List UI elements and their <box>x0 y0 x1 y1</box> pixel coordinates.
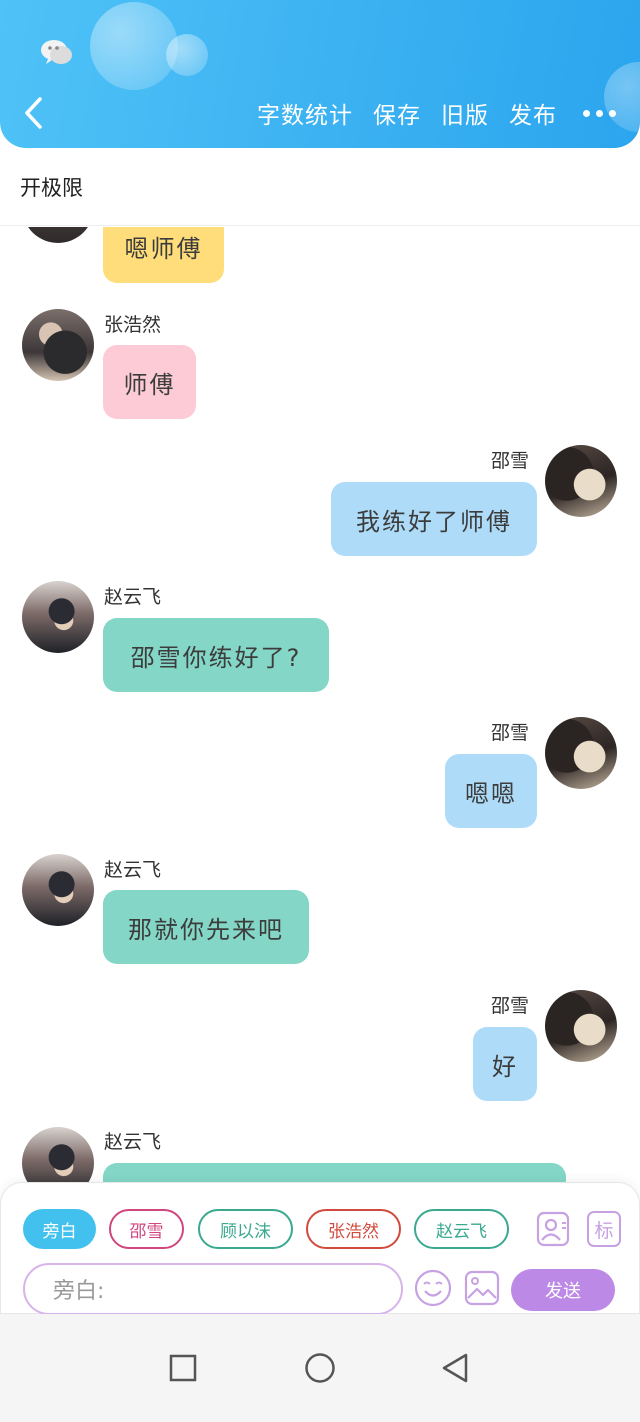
avatar[interactable] <box>22 1127 94 1182</box>
tag-icon[interactable]: 标 <box>587 1211 621 1247</box>
triangle-back-icon[interactable] <box>440 1352 470 1384</box>
speaker-name: 赵云飞 <box>104 586 162 608</box>
circle-icon[interactable] <box>304 1352 336 1384</box>
decorative-bubble <box>166 34 208 76</box>
old-version-button[interactable]: 旧版 <box>441 96 489 130</box>
avatar[interactable] <box>22 309 94 381</box>
chat-area[interactable]: 嗯师傅 张浩然 师傅 邵雪 我练好了师傅 赵云飞 邵雪你练好了? 邵雪 嗯嗯 赵… <box>0 227 640 1182</box>
message-input[interactable]: 旁白: <box>23 1263 403 1315</box>
send-button[interactable]: 发送 <box>511 1269 615 1311</box>
tag-icon-label: 标 <box>594 1219 614 1242</box>
message-bubble[interactable]: 嗯师傅 <box>103 227 224 283</box>
role-chip-shaoxue[interactable]: 邵雪 <box>109 1209 184 1249</box>
role-chip-zhanghaoran[interactable]: 张浩然 <box>306 1209 401 1249</box>
message-bubble[interactable]: 师傅 <box>103 345 196 419</box>
top-header: 字数统计 保存 旧版 发布 <box>0 0 640 148</box>
message-bubble[interactable]: 我练好了师傅 <box>331 482 537 556</box>
decorative-bubble <box>90 2 178 90</box>
header-actions: 字数统计 保存 旧版 发布 <box>257 96 616 130</box>
message-bubble[interactable]: 邵雪你练好了? <box>103 618 329 692</box>
wechat-icon <box>41 40 72 64</box>
more-icon[interactable] <box>583 109 616 117</box>
role-chip-guyimo[interactable]: 顾以沫 <box>198 1209 293 1249</box>
word-count-button[interactable]: 字数统计 <box>257 96 353 130</box>
publish-button[interactable]: 发布 <box>509 96 557 130</box>
input-panel: 旁白 邵雪 顾以沫 张浩然 赵云飞 标 旁白: 发送 <box>0 1182 640 1315</box>
role-chip-narration[interactable]: 旁白 <box>23 1209 96 1249</box>
title-bar: 开极限 <box>0 148 640 226</box>
story-title[interactable]: 开极限 <box>20 172 83 202</box>
message-bubble[interactable]: 好 <box>473 1027 537 1101</box>
message-bubble[interactable]: 嗯嗯 <box>445 754 537 828</box>
message-bubble[interactable]: 那就你先来吧 <box>103 890 309 964</box>
speaker-name: 邵雪 <box>491 450 530 472</box>
speaker-name: 邵雪 <box>491 995 530 1017</box>
speaker-name: 张浩然 <box>104 314 162 336</box>
square-icon[interactable] <box>169 1354 197 1382</box>
message-bubble[interactable] <box>103 1163 566 1182</box>
speaker-name: 赵云飞 <box>104 1131 162 1153</box>
avatar[interactable] <box>22 854 94 926</box>
emoji-icon[interactable] <box>414 1269 452 1307</box>
role-chip-zhaoyunfei[interactable]: 赵云飞 <box>414 1209 509 1249</box>
avatar[interactable] <box>22 227 94 243</box>
speaker-name: 邵雪 <box>491 722 530 744</box>
avatar[interactable] <box>545 445 617 517</box>
input-placeholder: 旁白: <box>53 1279 105 1304</box>
back-icon[interactable] <box>22 96 46 130</box>
image-icon[interactable] <box>464 1270 500 1306</box>
speaker-name: 赵云飞 <box>104 859 162 881</box>
avatar[interactable] <box>545 990 617 1062</box>
system-nav-bar <box>0 1314 640 1422</box>
contact-icon[interactable] <box>536 1211 570 1247</box>
avatar[interactable] <box>545 717 617 789</box>
avatar[interactable] <box>22 581 94 653</box>
save-button[interactable]: 保存 <box>373 96 421 130</box>
